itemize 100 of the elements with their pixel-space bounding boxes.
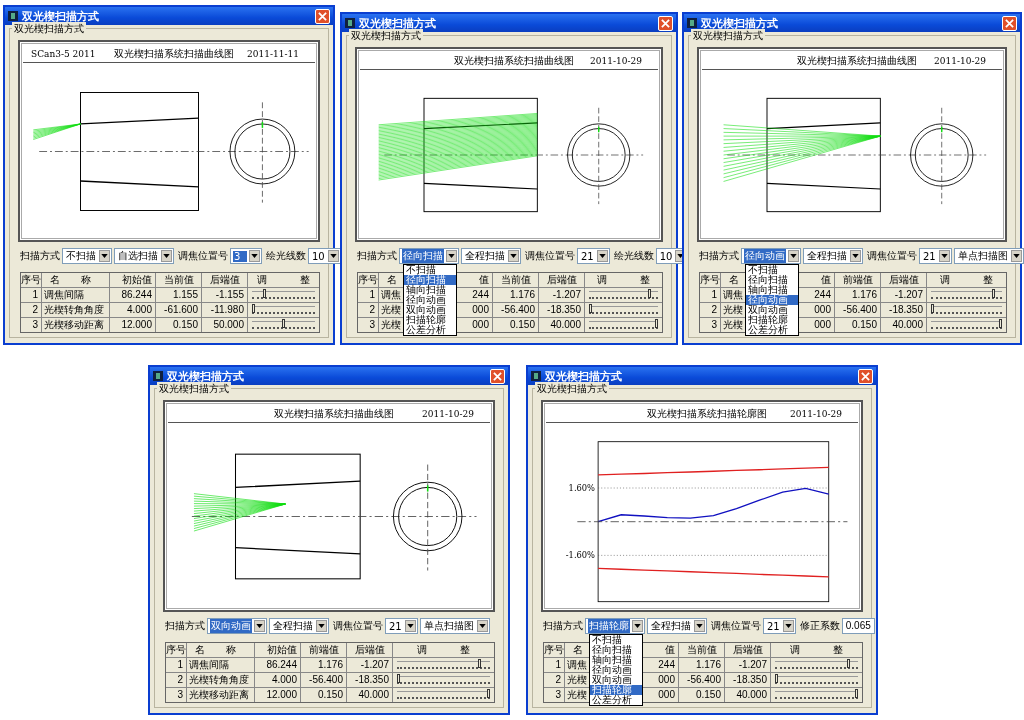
field-label: 绘光线数 bbox=[266, 249, 306, 263]
combo-box[interactable]: 21 bbox=[577, 248, 610, 264]
slider[interactable] bbox=[397, 661, 490, 669]
dropdown-option[interactable]: 不扫描 bbox=[590, 635, 642, 645]
slider-thumb[interactable] bbox=[397, 674, 400, 683]
slider-thumb[interactable] bbox=[252, 304, 255, 313]
table-cell-text: 3 bbox=[176, 688, 184, 702]
slider-thumb[interactable] bbox=[847, 659, 850, 668]
combo-box[interactable]: 径向动画 bbox=[741, 248, 801, 264]
combo-box[interactable]: 双向动画 bbox=[207, 618, 267, 634]
table-cell: -18.350 bbox=[538, 303, 584, 317]
slider-thumb[interactable] bbox=[655, 319, 658, 328]
slider[interactable] bbox=[775, 661, 858, 669]
dropdown-option[interactable]: 径向动画 bbox=[746, 295, 798, 305]
table-cell: -18.350 bbox=[346, 673, 392, 687]
table-cell: -1.207 bbox=[880, 288, 926, 302]
plot-title: 双光楔扫描系统扫描轮廓图 bbox=[646, 406, 769, 421]
dropdown-option[interactable]: 不扫描 bbox=[404, 265, 456, 275]
slider-thumb[interactable] bbox=[999, 319, 1002, 328]
slider[interactable] bbox=[397, 691, 490, 699]
combo-box[interactable]: 全程扫描 bbox=[461, 248, 521, 264]
slider[interactable] bbox=[775, 676, 858, 684]
slider[interactable] bbox=[589, 321, 658, 329]
table-cell: 调焦间隔 bbox=[186, 658, 254, 672]
slider-thumb[interactable] bbox=[262, 289, 266, 298]
slider[interactable] bbox=[252, 321, 315, 329]
slider[interactable] bbox=[589, 291, 658, 299]
tick-label: 1.60% bbox=[568, 483, 595, 494]
close-button[interactable] bbox=[1002, 15, 1017, 31]
combo-box[interactable]: 21 bbox=[385, 618, 418, 634]
group-label: 双光楔扫描方式 bbox=[157, 382, 231, 396]
slider[interactable] bbox=[931, 306, 1002, 314]
combo-box[interactable]: 21 bbox=[763, 618, 796, 634]
column-header: 调 整 bbox=[392, 643, 494, 657]
slider-thumb[interactable] bbox=[282, 319, 285, 328]
slider-thumb[interactable] bbox=[478, 659, 481, 668]
dropdown-option[interactable]: 径向扫描 bbox=[404, 275, 456, 285]
slider-thumb[interactable] bbox=[992, 289, 996, 298]
dropdown-option[interactable]: 扫描轮廓 bbox=[590, 685, 642, 695]
column-header: 后端值 bbox=[538, 273, 584, 287]
slider-thumb[interactable] bbox=[487, 689, 490, 698]
slider[interactable] bbox=[589, 306, 658, 314]
column-header: 后端值 bbox=[880, 273, 926, 287]
slider-thumb[interactable] bbox=[775, 674, 778, 683]
table-cell: -1.207 bbox=[346, 658, 392, 672]
table-cell: 1.176 bbox=[492, 288, 538, 302]
plot-date: 2011-11-11 bbox=[247, 48, 300, 59]
combo-box[interactable]: 全程扫描 bbox=[803, 248, 863, 264]
combo-box[interactable]: 不扫描 bbox=[62, 248, 112, 264]
field-label: 扫描方式 bbox=[165, 619, 205, 633]
table-cell: -56.400 bbox=[300, 673, 346, 687]
app-icon bbox=[8, 11, 18, 21]
table-cell-text: 2 bbox=[176, 673, 184, 687]
slider[interactable] bbox=[931, 321, 1002, 329]
group-label: 双光楔扫描方式 bbox=[349, 29, 423, 43]
app-icon bbox=[153, 371, 163, 381]
combo-box[interactable]: 自选扫描 bbox=[114, 248, 174, 264]
close-button[interactable] bbox=[858, 368, 873, 384]
combo-box[interactable]: 径向扫描 bbox=[399, 248, 459, 264]
slider[interactable] bbox=[775, 691, 858, 699]
column-header: 当前值 bbox=[492, 273, 538, 287]
window-title: 双光楔扫描方式 bbox=[701, 15, 779, 30]
slider-thumb[interactable] bbox=[648, 289, 652, 298]
combo-box[interactable]: 单点扫描图 bbox=[419, 618, 490, 634]
combo-box[interactable]: 10 bbox=[308, 248, 341, 264]
close-icon bbox=[493, 371, 502, 381]
table-cell: 1.176 bbox=[300, 658, 346, 672]
combo-box[interactable]: 全程扫描 bbox=[269, 618, 329, 634]
close-icon bbox=[661, 18, 670, 28]
combo-box[interactable]: 3 bbox=[230, 248, 262, 264]
field-label: 修正系数 bbox=[799, 619, 840, 633]
close-icon bbox=[861, 371, 870, 381]
table-cell: -11.980 bbox=[201, 303, 247, 317]
combo-box[interactable]: 全程扫描 bbox=[647, 618, 707, 634]
dropdown-option[interactable]: 不扫描 bbox=[746, 265, 798, 275]
column-header: 后端值 bbox=[724, 643, 770, 657]
table-cell: 光楔移动距离 bbox=[41, 318, 109, 332]
table-cell: -56.400 bbox=[492, 303, 538, 317]
slider-thumb[interactable] bbox=[589, 304, 592, 313]
table-cell-text: 2 bbox=[710, 303, 718, 317]
column-header: 名 称 bbox=[41, 273, 109, 287]
column-header: 序号 bbox=[358, 273, 378, 287]
combo-box[interactable]: 单点扫描图 bbox=[953, 248, 1024, 264]
table-cell-text: 2 bbox=[31, 303, 39, 317]
close-button[interactable] bbox=[490, 368, 505, 384]
input-field[interactable]: 0.065 bbox=[841, 618, 875, 634]
close-button[interactable] bbox=[658, 15, 673, 31]
table-cell: 调焦间隔 bbox=[41, 288, 109, 302]
column-header: 调 整 bbox=[247, 273, 319, 287]
slider-thumb[interactable] bbox=[931, 304, 934, 313]
field-label: 扫描方式 bbox=[20, 249, 60, 263]
slider[interactable] bbox=[397, 676, 490, 684]
combo-box[interactable]: 扫描轮廓 bbox=[585, 618, 645, 634]
close-button[interactable] bbox=[315, 8, 330, 24]
slider[interactable] bbox=[252, 306, 315, 314]
table-cell: 0.150 bbox=[492, 318, 538, 332]
slider-thumb[interactable] bbox=[855, 689, 858, 698]
slider[interactable] bbox=[252, 291, 315, 299]
combo-box[interactable]: 21 bbox=[919, 248, 952, 264]
slider[interactable] bbox=[931, 291, 1002, 299]
